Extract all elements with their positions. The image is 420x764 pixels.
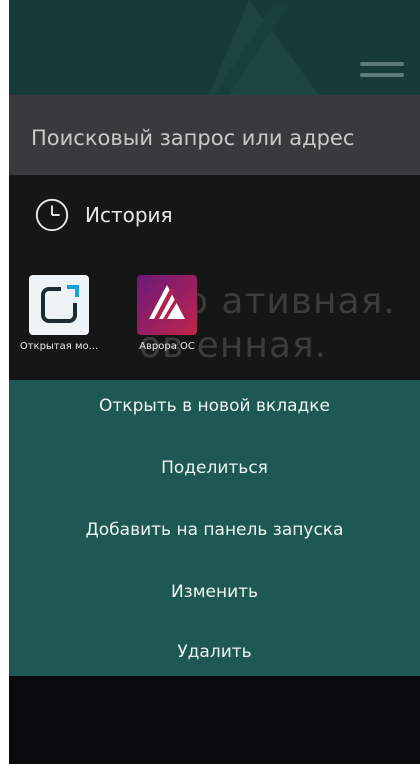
open-window-icon: [29, 275, 89, 335]
menu-item-add-to-launcher[interactable]: Добавить на панель запуска: [9, 520, 420, 540]
menu-item-open-new-tab[interactable]: Открыть в новой вкладке: [9, 396, 420, 416]
clock-icon: [35, 198, 69, 232]
tile-aurora-os[interactable]: Аврора ОС: [119, 275, 215, 352]
menu-icon[interactable]: [360, 60, 404, 82]
tile-label: Аврора ОС: [139, 341, 195, 352]
search-bar[interactable]: [9, 95, 420, 175]
aurora-background-logo: [209, 0, 319, 95]
history-label: История: [85, 203, 173, 227]
search-input[interactable]: [29, 121, 393, 155]
bottom-area: [9, 676, 420, 764]
tile-label: Открытая мо...: [19, 341, 99, 352]
aurora-logo-icon: [137, 275, 197, 335]
menu-item-share[interactable]: Поделиться: [9, 458, 420, 478]
context-menu: Открыть в новой вкладке Поделиться Добав…: [9, 380, 420, 676]
tile-open-mobile[interactable]: Открытая мо...: [11, 275, 107, 352]
menu-item-edit[interactable]: Изменить: [9, 582, 420, 602]
history-button[interactable]: История: [33, 195, 173, 235]
menu-item-delete[interactable]: Удалить: [9, 642, 420, 662]
phone-screen: История оро ативная. ов енная. Открытая …: [9, 0, 420, 764]
top-bar: [9, 0, 420, 95]
